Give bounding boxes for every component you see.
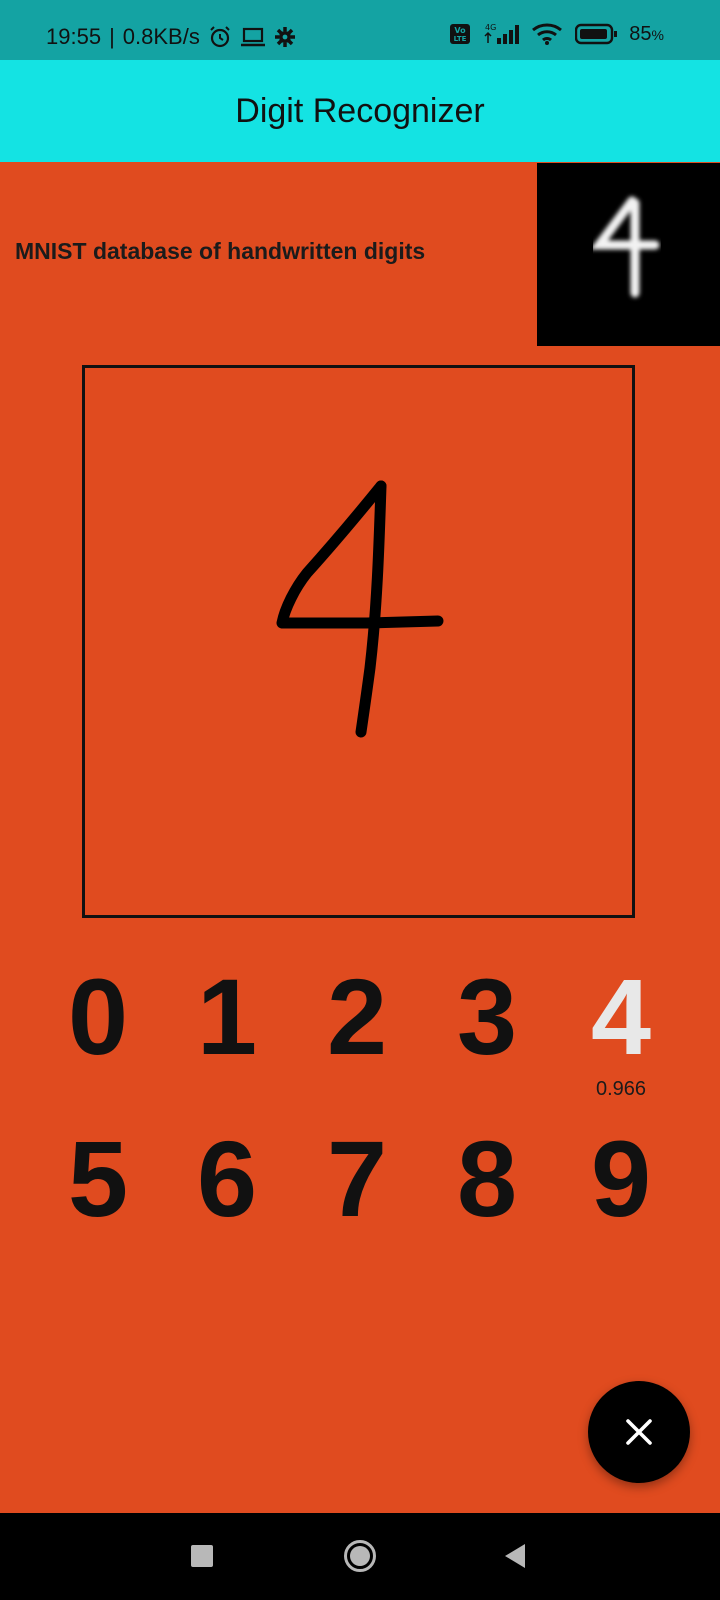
status-right: Vo LTE 4G 85%	[449, 22, 664, 46]
clear-button[interactable]	[588, 1381, 690, 1483]
digit-6: 6	[196, 1118, 258, 1239]
digit-7: 7	[326, 1118, 388, 1239]
status-left: 19:55 | 0.8KB/s	[46, 24, 296, 50]
wifi-icon	[531, 22, 565, 46]
digit-4-predicted: 4	[590, 956, 652, 1077]
svg-text:Vo: Vo	[455, 26, 467, 35]
status-separator: |	[109, 24, 115, 49]
laptop-icon	[240, 26, 266, 48]
status-bar: 19:55 | 0.8KB/s Vo LTE 4G 85%	[0, 0, 720, 60]
database-label: MNIST database of handwritten digits	[15, 238, 426, 264]
digit-1: 1	[196, 956, 258, 1077]
confidence-score: 0.966	[595, 1078, 647, 1100]
screen: 19:55 | 0.8KB/s Vo LTE 4G 85% Digit Reco…	[0, 0, 720, 1600]
back-icon[interactable]	[503, 1543, 527, 1574]
digit-5: 5	[67, 1118, 129, 1239]
digit-2: 2	[326, 956, 388, 1077]
svg-text:4G: 4G	[485, 23, 496, 32]
battery-percent: 85%	[629, 22, 664, 45]
digit-0: 0	[67, 956, 129, 1077]
drawing-canvas[interactable]	[82, 365, 635, 918]
digit-9: 9	[590, 1118, 652, 1239]
gear-icon	[274, 26, 296, 48]
digit-8: 8	[456, 1118, 518, 1239]
signal-icon: 4G	[481, 22, 521, 46]
home-icon[interactable]	[343, 1539, 377, 1578]
status-speed: 0.8KB/s	[122, 24, 200, 49]
recent-apps-icon[interactable]	[191, 1545, 213, 1572]
app-bar: Digit Recognizer	[0, 60, 720, 162]
mnist-preview-image	[537, 163, 720, 346]
digit-3: 3	[456, 956, 518, 1077]
close-icon	[626, 1419, 652, 1445]
volte-icon: Vo LTE	[449, 23, 471, 45]
alarm-icon	[208, 25, 232, 49]
battery-icon	[575, 23, 619, 45]
nav-bar	[0, 1513, 720, 1600]
svg-text:LTE: LTE	[454, 35, 467, 43]
status-time: 19:55	[46, 24, 102, 49]
app-title: Digit Recognizer	[235, 91, 485, 130]
